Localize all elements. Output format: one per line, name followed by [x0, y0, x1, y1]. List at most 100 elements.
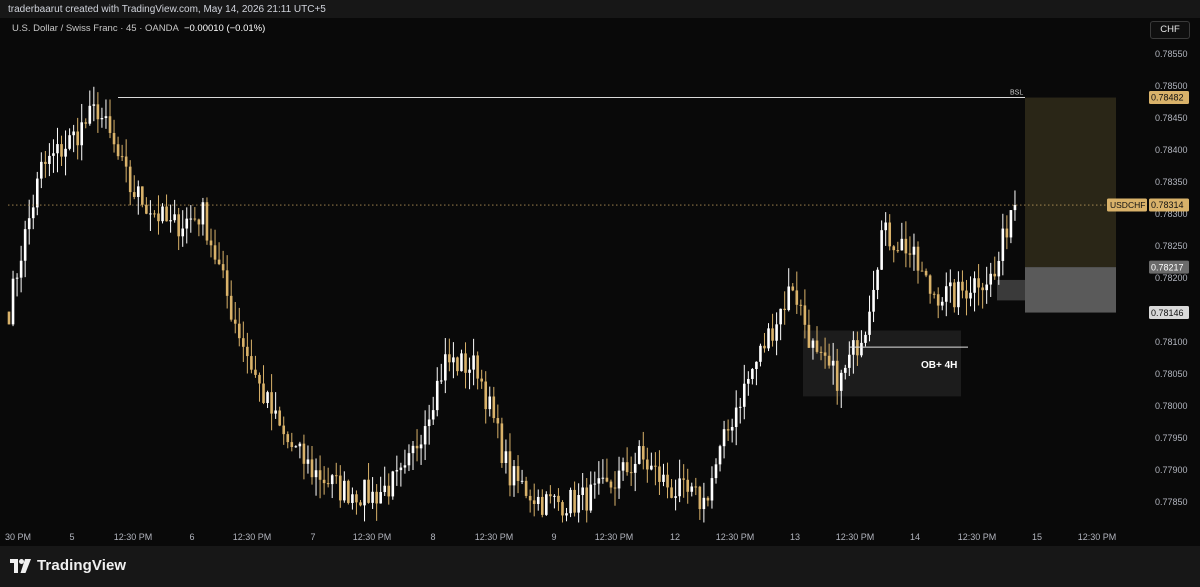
candle-body [767, 328, 770, 349]
candle [965, 279, 968, 316]
candle [452, 342, 455, 379]
candle-body [993, 273, 997, 277]
candle [165, 194, 168, 222]
candle [201, 197, 205, 236]
candle-body [56, 144, 59, 154]
candle-body [658, 466, 661, 482]
candle-body [387, 485, 391, 497]
candle [920, 261, 924, 272]
candle [629, 456, 633, 486]
candle-body [662, 474, 665, 482]
candle-body [835, 360, 839, 391]
tradingview-logo[interactable]: TradingView [10, 557, 126, 574]
currency-button[interactable]: CHF [1150, 21, 1190, 39]
candle-body [593, 483, 597, 485]
candle-body [431, 410, 435, 420]
candle-body [233, 319, 237, 324]
candle [100, 107, 104, 128]
candle-body [928, 275, 932, 294]
candle-body [799, 304, 803, 306]
candle-body [488, 396, 492, 410]
x-tick-label: 12 [670, 532, 680, 542]
candle-body [969, 292, 972, 299]
candle-body [839, 372, 843, 391]
candle-body [7, 311, 11, 325]
y-tick-label: 0.78500 [1155, 81, 1188, 91]
candle-body [524, 480, 528, 496]
candle-body [286, 434, 290, 443]
candle [884, 212, 887, 246]
candle [593, 471, 597, 499]
candle [35, 171, 39, 216]
candle [52, 139, 55, 173]
candle-body [896, 250, 900, 252]
candle [169, 204, 172, 233]
candle-body [427, 419, 431, 427]
candle [334, 462, 338, 484]
candle-body [225, 270, 229, 296]
price-chart[interactable]: BSL OB+ 4H 0.78550 0.78500 0.78450 0.78400 0.… [0, 0, 1200, 587]
candle [674, 479, 677, 511]
candle-body [197, 219, 201, 225]
x-tick-label: 12:30 PM [716, 532, 755, 542]
candle [722, 420, 726, 459]
y-tick-label: 0.78200 [1155, 273, 1188, 283]
candle-body [682, 478, 685, 480]
position-target-zone [1025, 97, 1116, 268]
candle [876, 267, 879, 300]
y-tick-label: 0.77850 [1155, 497, 1188, 507]
candle [730, 418, 734, 443]
candle [977, 264, 980, 306]
symbol-description: U.S. Dollar / Swiss Franc · 45 · OANDA [12, 23, 179, 34]
candle [1009, 209, 1013, 244]
candle-body [557, 495, 560, 503]
candle-body [860, 342, 863, 356]
candle-body [80, 122, 84, 146]
candle-body [330, 475, 334, 485]
candle [60, 135, 63, 166]
candle [734, 390, 738, 446]
candle-body [407, 453, 411, 466]
candle-body [395, 470, 399, 472]
candle [597, 461, 601, 495]
candle-body [435, 380, 439, 411]
candle [407, 444, 411, 472]
candle [904, 221, 908, 268]
candle [314, 458, 318, 496]
candle [605, 458, 609, 483]
candle-body [670, 487, 673, 498]
candle [229, 280, 233, 322]
candle-body [771, 328, 774, 341]
candle [68, 128, 71, 151]
candle [250, 339, 253, 374]
x-tick-label: 9 [551, 532, 556, 542]
candle-body [565, 513, 568, 516]
candle-body [520, 480, 524, 482]
candle [355, 490, 358, 515]
candle-body [96, 104, 100, 120]
candle [161, 203, 164, 224]
x-tick-label: 12:30 PM [958, 532, 997, 542]
candle [136, 180, 140, 215]
candle-body [149, 213, 152, 215]
candle-body [72, 131, 75, 136]
candle [912, 233, 916, 271]
candle [431, 396, 435, 425]
candle [246, 332, 249, 374]
candle [266, 390, 269, 409]
candle [306, 445, 310, 474]
candle-body [617, 470, 621, 489]
candle [302, 434, 306, 480]
candle-body [807, 324, 811, 348]
candle [197, 218, 201, 237]
price-label-text: 0.78146 [1151, 308, 1184, 318]
candle-body [965, 290, 968, 299]
candle-body [500, 423, 504, 463]
candle [23, 220, 27, 278]
candle-body [710, 478, 714, 501]
candle [694, 477, 698, 496]
candle [561, 500, 564, 523]
candle [460, 349, 463, 372]
candle-body [763, 345, 766, 349]
candle [254, 355, 257, 378]
